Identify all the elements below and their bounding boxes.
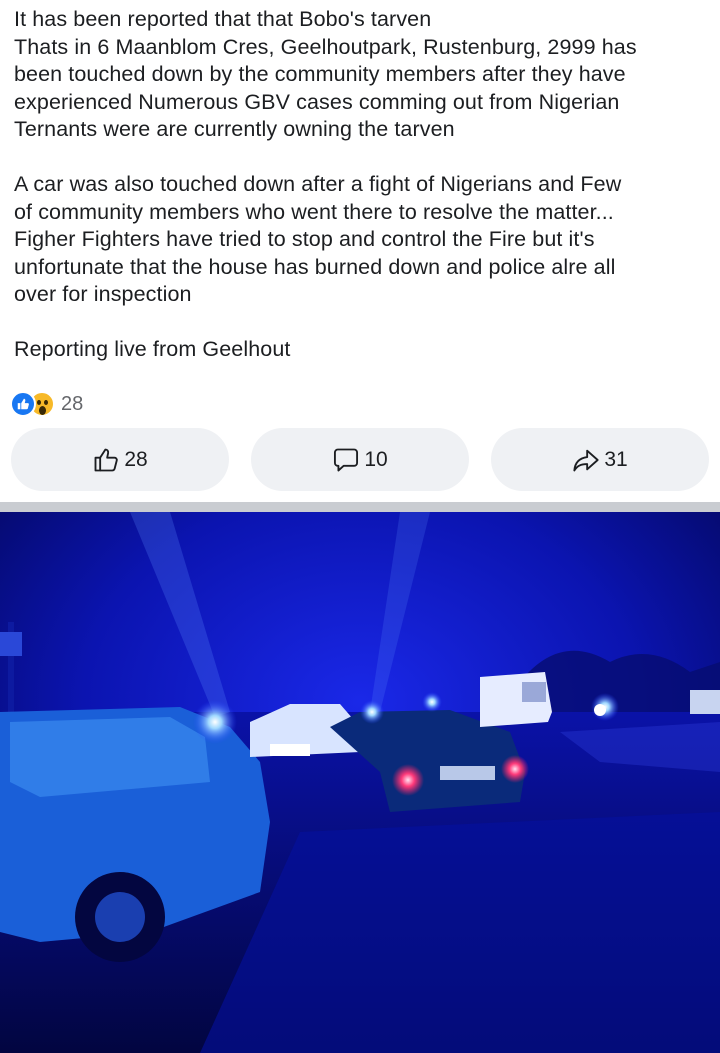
- thumbs-up-icon: [94, 448, 119, 471]
- action-bar: 28 10 31: [11, 428, 709, 491]
- like-button[interactable]: 28: [11, 428, 229, 491]
- reaction-count: 28: [61, 392, 84, 415]
- night-scene-image: [0, 512, 720, 1053]
- share-button[interactable]: 31: [491, 428, 709, 491]
- comment-button[interactable]: 10: [251, 428, 469, 491]
- post-photo[interactable]: [0, 512, 720, 1053]
- post-text: It has been reported that that Bobo's ta…: [14, 6, 714, 391]
- reaction-summary[interactable]: 28: [10, 389, 83, 419]
- like-count: 28: [124, 447, 148, 471]
- like-reaction-icon: [10, 391, 36, 417]
- post-paragraph-3: Reporting live from Geelhout: [14, 336, 291, 361]
- share-icon: [573, 449, 599, 471]
- post-paragraph-1: It has been reported that that Bobo's ta…: [14, 7, 637, 142]
- share-count: 31: [604, 447, 628, 471]
- comment-icon: [334, 448, 359, 471]
- comment-count: 10: [364, 447, 388, 471]
- section-divider: [0, 502, 720, 512]
- post-paragraph-2: A car was also touched down after a figh…: [14, 171, 622, 307]
